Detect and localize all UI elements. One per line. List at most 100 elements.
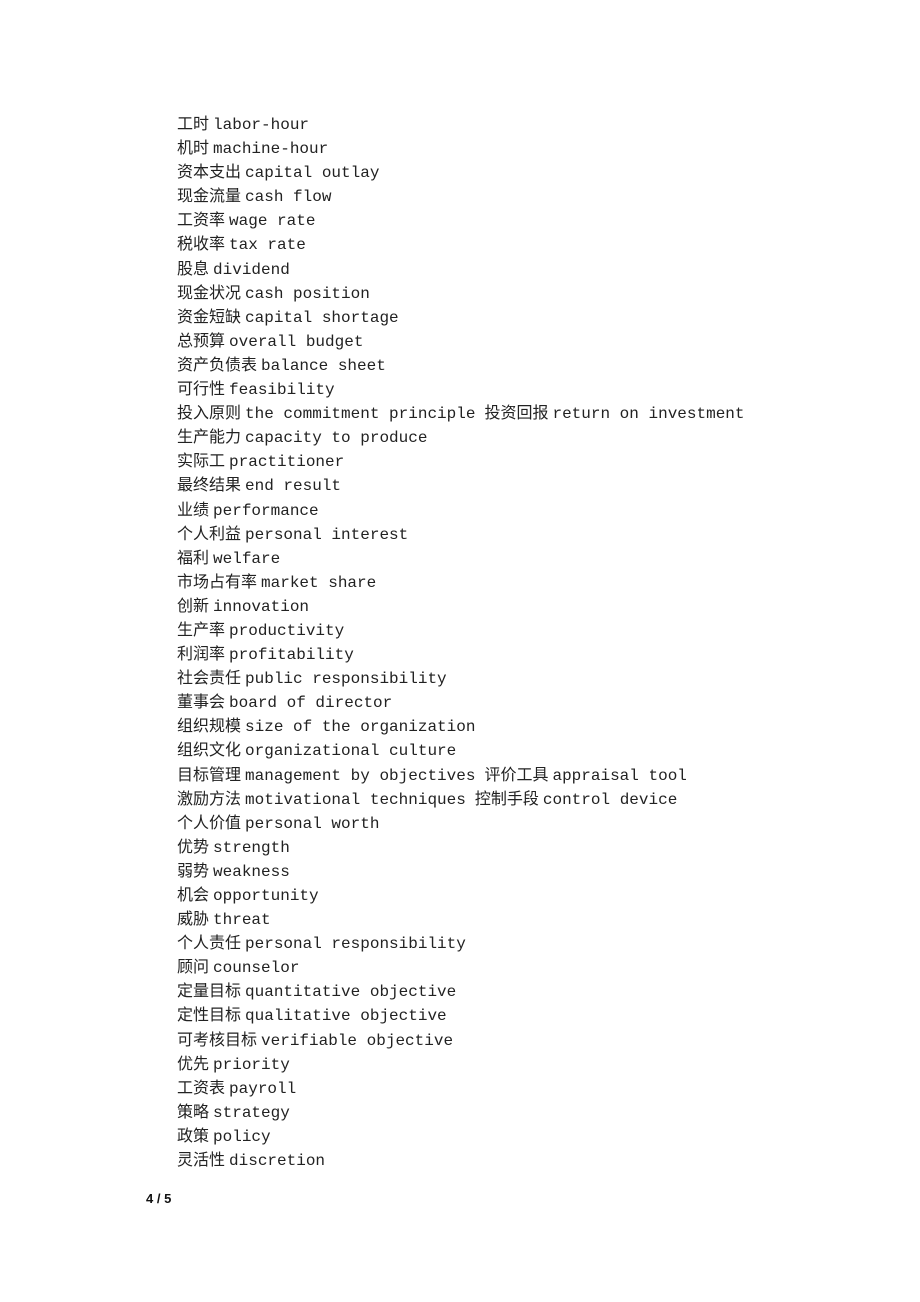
glossary-list: 工时 labor-hour 机时 machine-hour 资本支出 capital ou…: [177, 112, 745, 1172]
chinese-term: 市场占有率: [177, 571, 258, 591]
chinese-term: 顾问: [177, 957, 210, 977]
glossary-line: 政策 policy: [177, 1124, 745, 1148]
glossary-line: 优势 strength: [177, 835, 745, 859]
english-term: productivity: [229, 621, 345, 640]
chinese-term: 税收率: [177, 234, 226, 254]
chinese-term: 可考核目标: [177, 1029, 258, 1049]
glossary-line: 定量目标 quantitative objective: [177, 979, 745, 1003]
english-term: discretion: [229, 1152, 326, 1171]
glossary-line: 机时 machine-hour: [177, 136, 745, 160]
chinese-term: 优势: [177, 836, 210, 856]
glossary-line: 社会责任 public responsibility: [177, 666, 745, 690]
chinese-term: 利润率: [177, 644, 226, 664]
chinese-term: 股息: [177, 258, 210, 278]
chinese-term: 个人责任: [177, 933, 242, 953]
glossary-line: 业绩 performance: [177, 498, 745, 522]
english-term: policy: [213, 1127, 271, 1146]
chinese-term: 工时: [177, 114, 210, 133]
chinese-term: 弱势: [177, 860, 210, 880]
chinese-term: 工资率: [177, 210, 226, 230]
chinese-term: 机时: [177, 138, 210, 158]
english-term: strength: [213, 838, 290, 857]
chinese-term: 总预算: [177, 330, 226, 350]
english-term: profitability: [229, 646, 354, 665]
glossary-line: 个人责任 personal responsibility: [177, 931, 745, 955]
english-term: machine-hour: [213, 140, 329, 159]
glossary-line: 资金短缺 capital shortage: [177, 305, 745, 329]
glossary-line: 投入原则 the commitment principle 投资回报 return o…: [177, 401, 745, 425]
glossary-line: 现金状况 cash position: [177, 281, 745, 305]
chinese-term: 投入原则: [177, 403, 242, 423]
chinese-term: 创新: [177, 595, 210, 615]
english-term: management by objectives: [245, 766, 476, 785]
english-term: market share: [261, 573, 377, 592]
glossary-line: 组织文化 organizational culture: [177, 738, 745, 762]
chinese-term: 实际工: [177, 451, 226, 471]
english-term: qualitative objective: [245, 1007, 447, 1026]
glossary-line: 资本支出 capital outlay: [177, 160, 745, 184]
document-page: 工时 labor-hour 机时 machine-hour 资本支出 capital ou…: [0, 0, 920, 1302]
chinese-term: 组织文化: [177, 740, 242, 760]
english-term: organizational culture: [245, 742, 457, 761]
chinese-term: 策略: [177, 1101, 210, 1121]
glossary-line: 创新 innovation: [177, 594, 745, 618]
english-term: weakness: [213, 862, 290, 881]
english-term: the commitment principle: [245, 405, 476, 424]
glossary-line: 定性目标 qualitative objective: [177, 1003, 745, 1027]
english-term: capital outlay: [245, 164, 380, 183]
english-term: labor-hour: [213, 116, 310, 134]
english-term: performance: [213, 501, 319, 520]
glossary-line: 机会 opportunity: [177, 883, 745, 907]
english-term: public responsibility: [245, 670, 447, 689]
chinese-term: 灵活性: [177, 1150, 226, 1170]
chinese-term: 威胁: [177, 909, 210, 929]
english-term: motivational techniques: [245, 790, 466, 809]
glossary-line: 可考核目标 verifiable objective: [177, 1028, 745, 1052]
english-term: feasibility: [229, 381, 335, 400]
english-term: dividend: [213, 260, 290, 279]
english-term: welfare: [213, 549, 281, 568]
chinese-term: 组织规模: [177, 716, 242, 736]
glossary-line: 激励方法 motivational techniques 控制手段 control d…: [177, 787, 745, 811]
glossary-line: 股息 dividend: [177, 257, 745, 281]
glossary-line: 工时 labor-hour: [177, 112, 745, 136]
english-term: priority: [213, 1055, 290, 1074]
chinese-term: 资产负债表: [177, 354, 258, 374]
glossary-line: 总预算 overall budget: [177, 329, 745, 353]
glossary-line: 顾问 counselor: [177, 955, 745, 979]
english-term: cash flow: [245, 188, 332, 207]
english-term: strategy: [213, 1103, 290, 1122]
english-term: innovation: [213, 597, 310, 616]
chinese-term: 个人利益: [177, 523, 242, 543]
glossary-line: 个人利益 personal interest: [177, 522, 745, 546]
glossary-line: 组织规模 size of the organization: [177, 714, 745, 738]
chinese-term: 资金短缺: [177, 306, 242, 326]
chinese-term: 现金状况: [177, 282, 242, 302]
glossary-line: 工资率 wage rate: [177, 208, 745, 232]
english-term: personal worth: [245, 814, 380, 833]
chinese-term: 董事会: [177, 692, 226, 712]
english-term: control device: [542, 790, 678, 809]
english-term: personal responsibility: [245, 935, 466, 954]
chinese-term: 控制手段: [474, 788, 539, 808]
english-term: appraisal tool: [552, 766, 687, 785]
english-term: quantitative objective: [245, 983, 457, 1002]
chinese-term: 投资回报: [484, 403, 549, 423]
english-term: end result: [245, 477, 342, 496]
glossary-line: 利润率 profitability: [177, 642, 745, 666]
glossary-line: 董事会 board of director: [177, 690, 745, 714]
chinese-term: 个人价值: [177, 812, 242, 832]
english-term: payroll: [229, 1079, 297, 1098]
chinese-term: 可行性: [177, 379, 226, 399]
glossary-line: 弱势 weakness: [177, 859, 745, 883]
glossary-line: 现金流量 cash flow: [177, 184, 745, 208]
glossary-line: 可行性 feasibility: [177, 377, 745, 401]
chinese-term: 目标管理: [177, 764, 242, 784]
english-term: size of the organization: [245, 718, 476, 737]
glossary-line: 策略 strategy: [177, 1100, 745, 1124]
chinese-term: 生产能力: [177, 427, 242, 447]
english-term: threat: [213, 911, 271, 930]
chinese-term: 激励方法: [177, 788, 242, 808]
english-term: tax rate: [229, 236, 306, 255]
english-term: cash position: [245, 284, 370, 303]
